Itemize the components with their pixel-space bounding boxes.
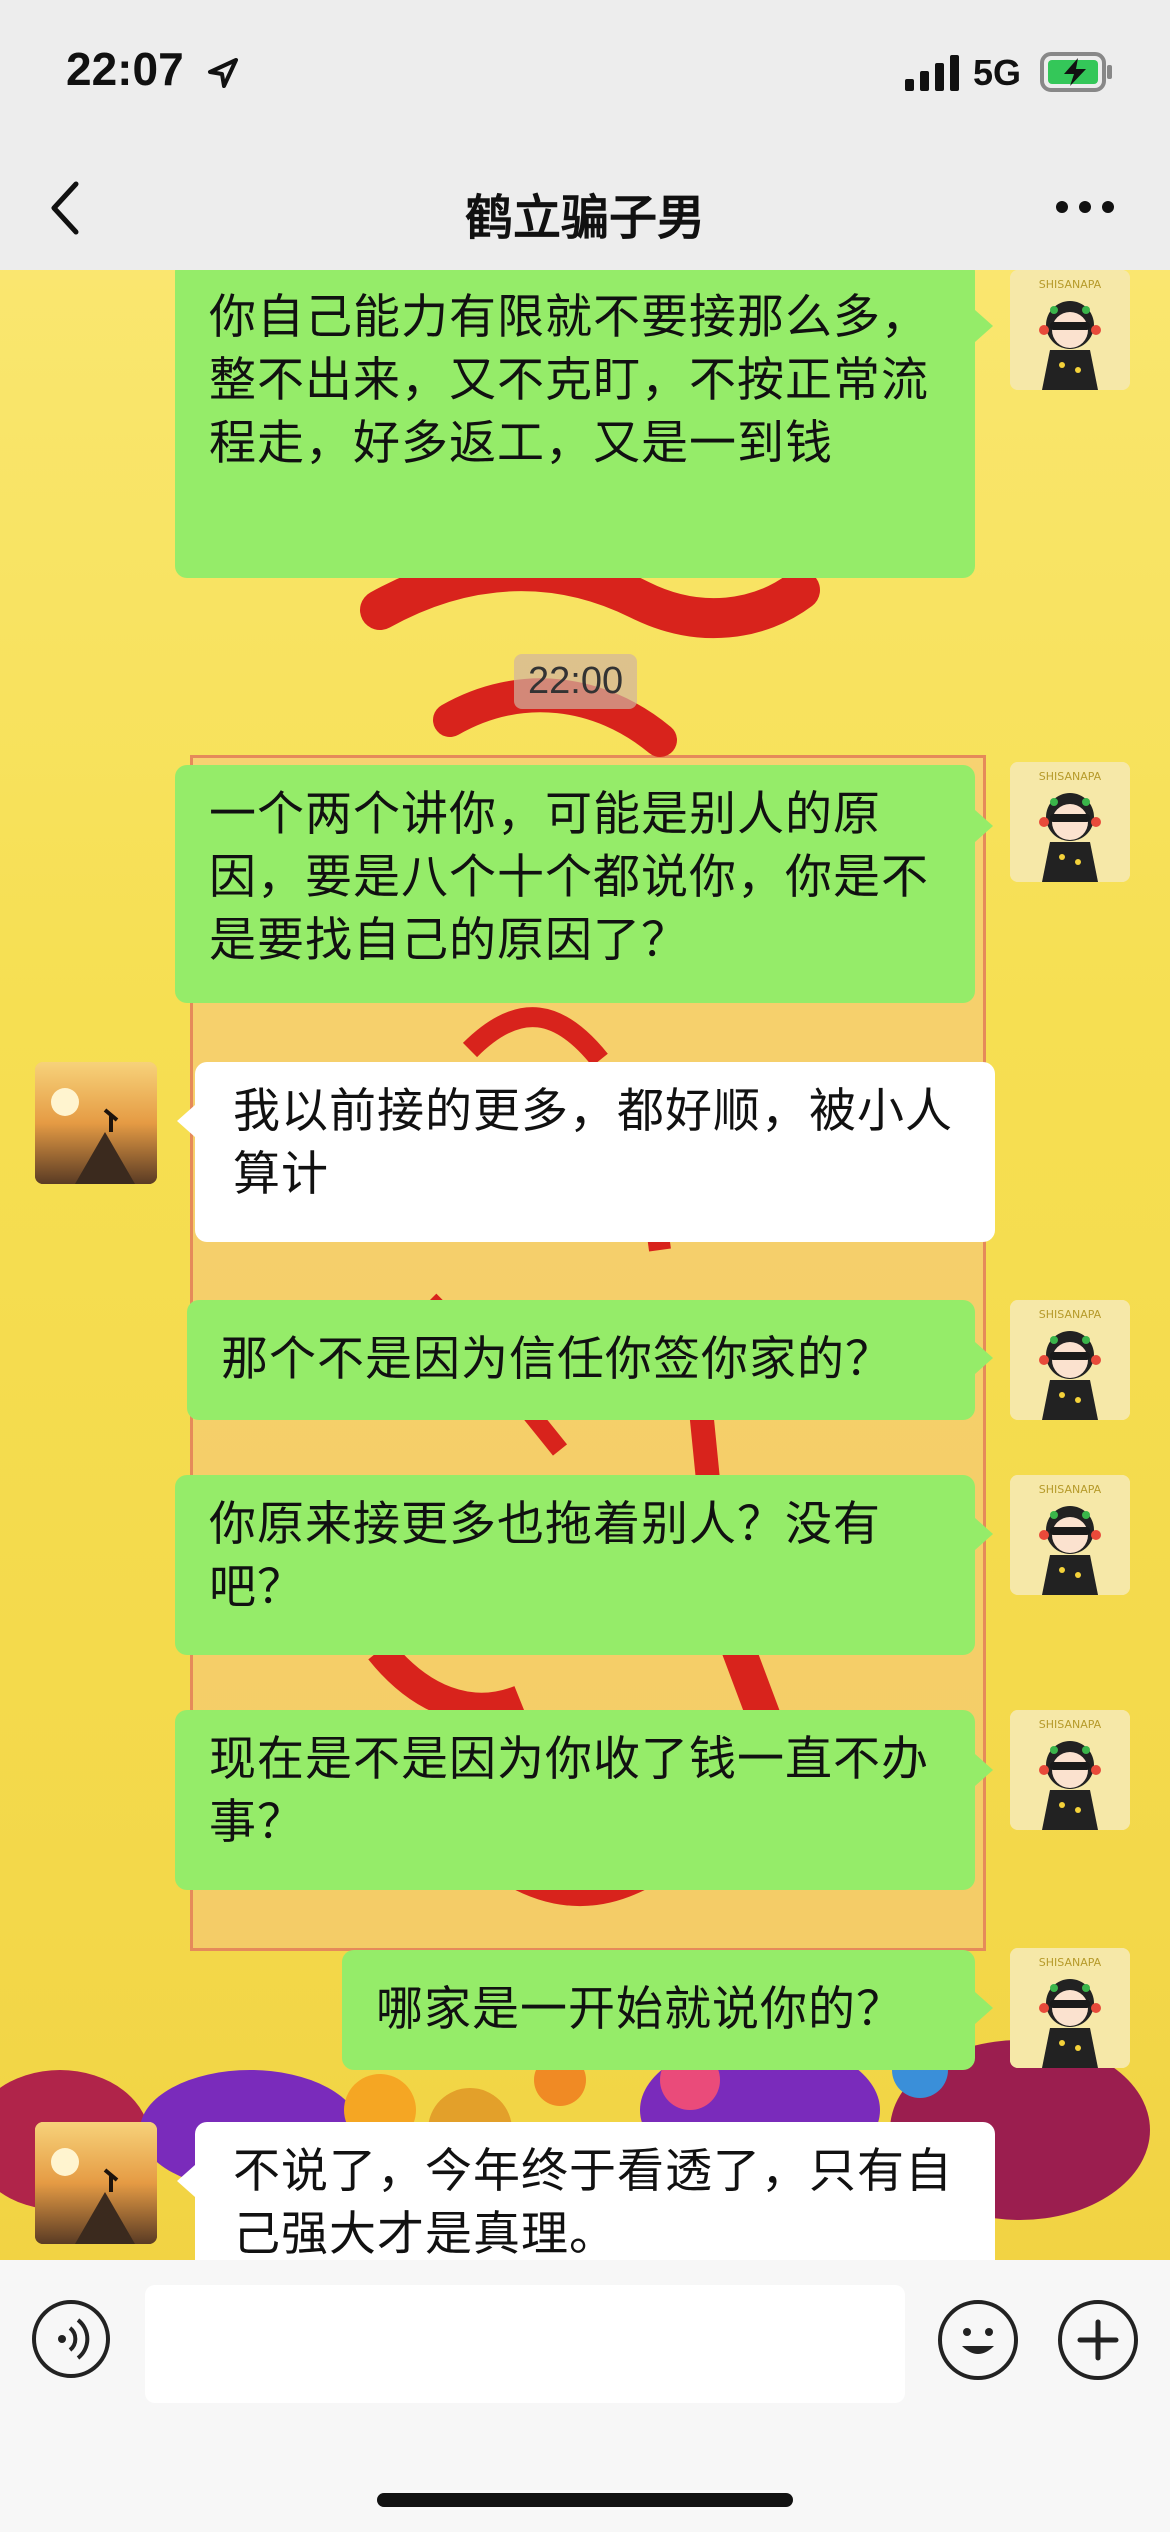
bubble-tail [975, 1518, 993, 1550]
avatar-girl-icon: SHISANAPA [1010, 270, 1130, 390]
emoji-button[interactable] [938, 2300, 1018, 2380]
svg-text:SHISANAPA: SHISANAPA [1039, 1956, 1102, 1969]
bubble-tail [975, 1342, 993, 1374]
message-list[interactable]: 你自己能力有限就不要接那么多，整不出来，又不克盯，不按正常流程走，好多返工，又是… [0, 270, 1170, 2260]
bubble-tail [975, 310, 993, 342]
signal-icon [905, 55, 959, 91]
emoji-icon [962, 2328, 994, 2354]
svg-text:SHISANAPA: SHISANAPA [1039, 1308, 1102, 1321]
network-type: 5G [973, 52, 1022, 93]
home-indicator[interactable] [377, 2493, 793, 2507]
contact-message-bubble[interactable]: 我以前接的更多，都好顺，被小人算计 [195, 1062, 995, 1242]
my-avatar[interactable]: SHISANAPA [1010, 1710, 1130, 1830]
my-message-bubble[interactable]: 你原来接更多也拖着别人？没有吧？ [175, 1475, 975, 1655]
plus-icon [1077, 2319, 1119, 2361]
location-arrow-icon [208, 58, 238, 88]
contact-avatar[interactable] [35, 2122, 157, 2244]
chat-timestamp: 22:00 [514, 654, 638, 709]
my-avatar[interactable]: SHISANAPA [1010, 270, 1130, 390]
avatar-girl-icon: SHISANAPA [1010, 1475, 1130, 1595]
bubble-tail [975, 810, 993, 842]
message-input[interactable] [145, 2285, 905, 2403]
avatar-girl-icon: SHISANAPA [1010, 1710, 1130, 1830]
contact-message-bubble[interactable]: 不说了，今年终于看透了，只有自己强大才是真理。 [195, 2122, 995, 2260]
svg-text:SHISANAPA: SHISANAPA [1039, 1718, 1102, 1731]
status-time: 22:07 [66, 43, 184, 95]
plus-button[interactable] [1058, 2300, 1138, 2380]
my-message-bubble[interactable]: 那个不是因为信任你签你家的？ [187, 1300, 975, 1420]
avatar-sunset-icon [35, 2122, 157, 2244]
voice-button[interactable] [32, 2300, 110, 2378]
my-avatar[interactable]: SHISANAPA [1010, 762, 1130, 882]
voice-icon [58, 2318, 90, 2360]
avatar-girl-icon: SHISANAPA [1010, 762, 1130, 882]
svg-text:SHISANAPA: SHISANAPA [1039, 770, 1102, 783]
avatar-girl-icon: SHISANAPA [1010, 1300, 1130, 1420]
bubble-tail [975, 1754, 993, 1786]
more-dots-icon[interactable] [1055, 200, 1115, 214]
svg-text:SHISANAPA: SHISANAPA [1039, 278, 1102, 291]
my-avatar[interactable]: SHISANAPA [1010, 1948, 1130, 2068]
my-message-bubble[interactable]: 一个两个讲你，可能是别人的原因，要是八个十个都说你，你是不是要找自己的原因了？ [175, 765, 975, 1003]
my-avatar[interactable]: SHISANAPA [1010, 1300, 1130, 1420]
my-message-bubble[interactable]: 现在是不是因为你收了钱一直不办事？ [175, 1710, 975, 1890]
svg-text:SHISANAPA: SHISANAPA [1039, 1483, 1102, 1496]
battery-charging-icon [1040, 52, 1112, 92]
contact-avatar[interactable] [35, 1062, 157, 1184]
avatar-sunset-icon [35, 1062, 157, 1184]
my-avatar[interactable]: SHISANAPA [1010, 1475, 1130, 1595]
bubble-tail [177, 1105, 195, 1137]
avatar-girl-icon: SHISANAPA [1010, 1948, 1130, 2068]
my-message-bubble[interactable]: 哪家是一开始就说你的？ [342, 1950, 975, 2070]
chat-title: 鹤立骗子男 [464, 190, 705, 246]
my-message-bubble[interactable]: 你自己能力有限就不要接那么多，整不出来，又不克盯，不按正常流程走，好多返工，又是… [175, 270, 975, 578]
bubble-tail [177, 2165, 195, 2197]
bubble-tail [975, 1992, 993, 2024]
